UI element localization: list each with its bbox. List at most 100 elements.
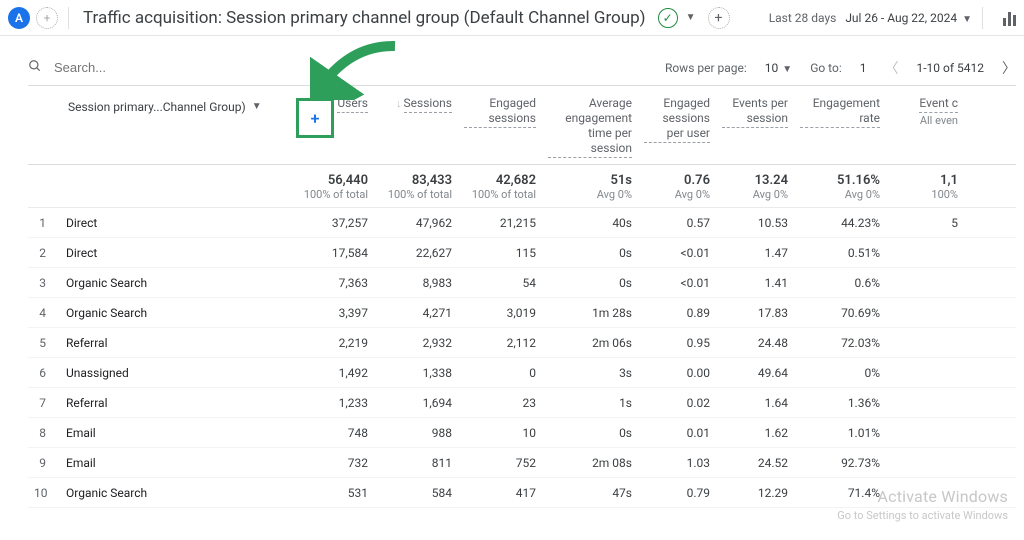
row-value: 5 (886, 216, 964, 230)
table-row[interactable]: 5Referral2,2192,9322,1122m 06s0.9524.487… (28, 328, 1016, 358)
row-value: 70.69% (794, 306, 886, 320)
row-value: 0.89 (638, 306, 716, 320)
table-row[interactable]: 9Email7328117522m 08s1.0324.5292.73% (28, 448, 1016, 478)
row-value: 2,112 (458, 336, 542, 350)
report-area: Rows per page: 10▼ Go to: 1 〈 1-10 of 54… (0, 36, 1024, 508)
row-value: 2m 06s (542, 336, 638, 350)
col-event-count[interactable]: Event c All even (886, 96, 964, 134)
table-row[interactable]: 7Referral1,2331,694231s0.021.641.36% (28, 388, 1016, 418)
row-value: 3s (542, 366, 638, 380)
top-header: A + Traffic acquisition: Session primary… (0, 0, 1024, 36)
row-value: 1,338 (374, 366, 458, 380)
row-value: 23 (458, 396, 542, 410)
row-value: 0.95 (638, 336, 716, 350)
row-index: 1 (28, 216, 60, 230)
col-sessions[interactable]: ↓Sessions (374, 96, 458, 119)
row-value: 0.02 (638, 396, 716, 410)
windows-watermark: Activate Windows (877, 487, 1008, 506)
row-value: 4,271 (374, 306, 458, 320)
row-value: 10.53 (716, 216, 794, 230)
divider (982, 7, 983, 29)
ga-audience-icon[interactable]: A (8, 7, 30, 29)
row-value: 1.01% (794, 426, 886, 440)
col-events-per-session[interactable]: Events per session (716, 96, 794, 134)
plus-icon: + (311, 109, 320, 128)
row-dimension: Referral (60, 336, 296, 350)
table-row[interactable]: 3Organic Search7,3638,983540s<0.011.410.… (28, 268, 1016, 298)
row-dimension: Organic Search (60, 486, 296, 500)
row-value: 0.01 (638, 426, 716, 440)
row-value: 47s (542, 486, 638, 500)
table-row[interactable]: 2Direct17,58422,6271150s<0.011.470.51% (28, 238, 1016, 268)
rows-per-page-value[interactable]: 10▼ (765, 61, 792, 75)
row-value: 17,584 (296, 246, 374, 260)
pager-prev-icon[interactable]: 〈 (885, 58, 899, 78)
row-value: 49.64 (716, 366, 794, 380)
add-secondary-dimension-button[interactable]: + (296, 98, 334, 138)
date-range-picker[interactable]: Last 28 days Jul 26 - Aug 22, 2024 ▼ (769, 11, 972, 25)
row-value: 1,694 (374, 396, 458, 410)
windows-watermark-sub: Go to Settings to activate Windows (837, 509, 1008, 522)
row-dimension: Direct (60, 216, 296, 230)
row-value: 1.47 (716, 246, 794, 260)
table-row[interactable]: 1Direct37,25747,96221,21540s0.5710.5344.… (28, 208, 1016, 238)
row-value: 988 (374, 426, 458, 440)
date-range-caret-icon: ▼ (962, 14, 972, 25)
table-row[interactable]: 6Unassigned1,4921,33803s0.0049.640% (28, 358, 1016, 388)
row-value: 2,219 (296, 336, 374, 350)
summary-row: 56,440100% of total 83,433100% of total … (28, 165, 1016, 208)
col-engaged-sessions[interactable]: Engaged sessions (458, 96, 542, 134)
add-comparison-icon[interactable]: + (708, 7, 730, 29)
row-dimension: Unassigned (60, 366, 296, 380)
row-value: 71.4% (794, 486, 886, 500)
row-dimension: Email (60, 456, 296, 470)
dimension-picker[interactable]: Session primary...Channel Group) ▼ (66, 96, 290, 118)
row-value: 1.62 (716, 426, 794, 440)
col-engaged-per-user[interactable]: Engaged sessions per user (638, 96, 716, 149)
col-engagement-rate[interactable]: Engagement rate (794, 96, 886, 134)
row-value: 44.23% (794, 216, 886, 230)
chart-toggle-icon[interactable] (1003, 10, 1016, 26)
row-value: 0.57 (638, 216, 716, 230)
row-value: 0.00 (638, 366, 716, 380)
col-avg-engagement-time[interactable]: Average engagement time per session (542, 96, 638, 164)
row-value: 531 (296, 486, 374, 500)
row-value: 37,257 (296, 216, 374, 230)
row-index: 10 (28, 486, 60, 500)
row-value: 732 (296, 456, 374, 470)
date-range-value: Jul 26 - Aug 22, 2024 (845, 11, 957, 25)
search-icon (28, 59, 42, 77)
table-row[interactable]: 10Organic Search53158441747s0.7912.2971.… (28, 478, 1016, 508)
row-value: 811 (374, 456, 458, 470)
pager-next-icon[interactable]: 〉 (1002, 58, 1016, 78)
row-index: 7 (28, 396, 60, 410)
row-value: 12.29 (716, 486, 794, 500)
row-dimension: Organic Search (60, 276, 296, 290)
row-value: 748 (296, 426, 374, 440)
row-index: 6 (28, 366, 60, 380)
verified-icon[interactable]: ✓ (658, 8, 678, 28)
row-value: 0 (458, 366, 542, 380)
search-input[interactable] (54, 60, 234, 75)
table-row[interactable]: 8Email748988100s0.011.621.01% (28, 418, 1016, 448)
divider (68, 7, 69, 29)
row-dimension: Email (60, 426, 296, 440)
table-row[interactable]: 4Organic Search3,3974,2713,0191m 28s0.89… (28, 298, 1016, 328)
row-value: 3,397 (296, 306, 374, 320)
row-value: <0.01 (638, 276, 716, 290)
table-pager: Rows per page: 10▼ Go to: 1 〈 1-10 of 54… (665, 58, 1016, 78)
pager-range: 1-10 of 5412 (917, 61, 985, 75)
row-value: 0s (542, 276, 638, 290)
rows-per-page-label: Rows per page: (665, 61, 747, 75)
goto-value[interactable]: 1 (860, 61, 867, 75)
row-value: 54 (458, 276, 542, 290)
row-value: 47,962 (374, 216, 458, 230)
row-value: 24.48 (716, 336, 794, 350)
row-value: 3,019 (458, 306, 542, 320)
row-value: 21,215 (458, 216, 542, 230)
row-dimension: Organic Search (60, 306, 296, 320)
row-value: 0s (542, 246, 638, 260)
add-segment-icon[interactable]: + (36, 7, 58, 29)
title-caret-icon[interactable]: ▼ (686, 12, 696, 23)
row-value: 1,233 (296, 396, 374, 410)
